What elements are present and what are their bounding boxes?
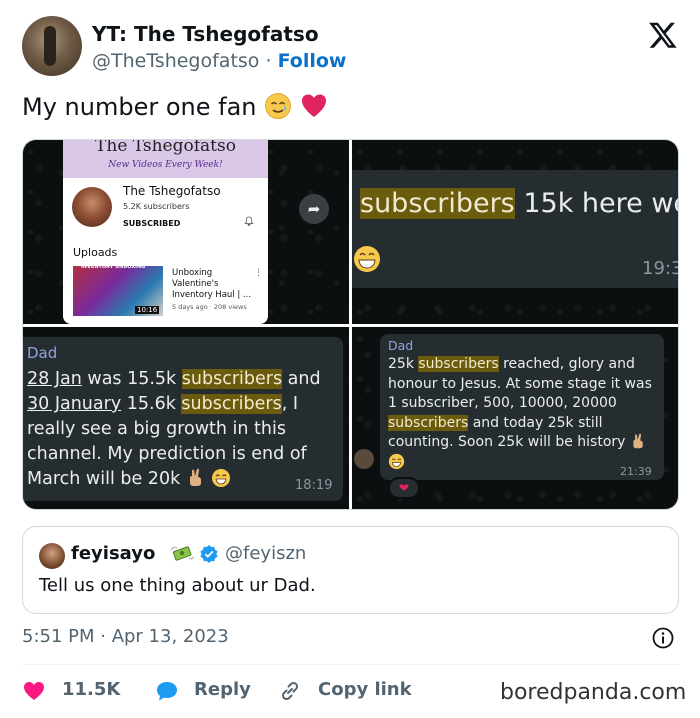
forward-icon: ➦ bbox=[299, 194, 329, 224]
grinning-face-icon bbox=[354, 246, 380, 272]
reply-label: Reply bbox=[194, 679, 251, 700]
sender-name: Dad bbox=[388, 338, 414, 353]
message-segment: 15.6k bbox=[121, 394, 182, 414]
reply-bubble-icon bbox=[157, 682, 177, 701]
tweet-header: YT: The Tshegofatso @TheTshegofatso · Fo… bbox=[22, 16, 682, 78]
message-segment: and bbox=[282, 369, 321, 389]
more-options-icon: ⋮ bbox=[254, 268, 263, 278]
subscriber-count: 5.2K subscribers bbox=[123, 202, 190, 211]
quoted-author-avatar[interactable] bbox=[39, 543, 65, 569]
author-handle-row: @TheTshegofatso · Follow bbox=[92, 50, 346, 72]
watermark: boredpanda.com bbox=[500, 680, 687, 705]
quoted-author-handle[interactable]: @feyiszn bbox=[225, 543, 306, 564]
link-icon bbox=[281, 681, 299, 701]
screenshot-youtube-channel[interactable]: The Tshegofatso New Videos Every Week! T… bbox=[23, 140, 349, 324]
handle-separator: · bbox=[265, 50, 272, 72]
follow-button[interactable]: Follow bbox=[278, 50, 347, 72]
author-handle[interactable]: @TheTshegofatso bbox=[92, 50, 259, 72]
date-link: 30 January bbox=[27, 394, 122, 414]
screenshot-chat-message-2[interactable]: Dad 25k subscribers reached, glory and h… bbox=[352, 327, 678, 509]
youtube-channel-card: The Tshegofatso New Videos Every Week! T… bbox=[63, 140, 268, 324]
video-duration: 10:16 bbox=[135, 306, 160, 314]
message-time: 18:19 bbox=[295, 478, 333, 493]
money-with-wings-icon bbox=[170, 546, 195, 561]
fingers-crossed-icon bbox=[189, 468, 201, 486]
message-text: 28 Jan was 15.5k subscribers and 30 Janu… bbox=[27, 367, 343, 492]
sender-avatar bbox=[354, 449, 374, 469]
media-grid[interactable]: The Tshegofatso New Videos Every Week! T… bbox=[22, 139, 679, 510]
author-name[interactable]: YT: The Tshegofatso bbox=[92, 22, 319, 46]
quoted-author-name[interactable]: feyisayo bbox=[71, 543, 155, 564]
channel-avatar bbox=[72, 187, 112, 227]
sender-name: Dad bbox=[27, 344, 58, 362]
thumbnail-label: INVENTORY UNBOXING bbox=[81, 264, 146, 270]
highlight-subscribers: subscribers bbox=[181, 369, 283, 389]
verified-badge-icon bbox=[200, 545, 218, 563]
message-time: 19:3 bbox=[642, 258, 679, 279]
highlight-subscribers: subscribers bbox=[181, 394, 282, 414]
author-avatar[interactable] bbox=[22, 16, 82, 76]
banner-title: The Tshegofatso bbox=[95, 140, 236, 156]
quoted-tweet[interactable]: feyisayo @feyiszn Tell us one thing abou… bbox=[22, 526, 679, 614]
message-time: 21:39 bbox=[620, 465, 652, 478]
tweet-text: My number one fan bbox=[22, 92, 328, 121]
subscribed-button: SUBSCRIBED bbox=[123, 219, 181, 228]
video-title: Unboxing Valentine's Inventory Haul | ..… bbox=[172, 268, 252, 300]
highlight-subscribers: subscribers bbox=[388, 414, 469, 431]
grinning-face-icon bbox=[388, 453, 405, 470]
smiling-tear-face-icon bbox=[265, 93, 292, 119]
uploads-heading: Uploads bbox=[73, 246, 118, 259]
copy-link-button[interactable]: Copy link bbox=[278, 676, 438, 706]
heart-reaction-icon: ❤ bbox=[388, 477, 420, 499]
red-heart-icon bbox=[301, 94, 326, 117]
like-count: 11.5K bbox=[62, 679, 121, 700]
x-logo-icon[interactable] bbox=[648, 20, 678, 50]
heart-icon bbox=[24, 682, 44, 700]
tweet-timestamp[interactable]: 5:51 PM · Apr 13, 2023 bbox=[22, 626, 229, 647]
fingers-crossed-icon bbox=[633, 433, 643, 449]
banner-subtitle: New Videos Every Week! bbox=[108, 160, 223, 170]
channel-name: The Tshegofatso bbox=[123, 184, 221, 198]
grinning-face-icon bbox=[212, 469, 231, 487]
message-segment: was 15.5k bbox=[81, 369, 182, 389]
bell-icon bbox=[244, 216, 254, 226]
copy-link-label: Copy link bbox=[318, 679, 412, 700]
screenshot-chat-zoomed[interactable]: subscribers 15k here we 19:3 bbox=[352, 140, 679, 324]
zoomed-rest-text: 15k here we bbox=[514, 188, 679, 219]
message-segment: 25k bbox=[388, 356, 419, 372]
tweet-body: My number one fan bbox=[22, 93, 257, 121]
channel-banner: The Tshegofatso New Videos Every Week! bbox=[63, 140, 268, 178]
video-meta: 5 days ago · 208 views bbox=[172, 303, 247, 311]
like-button[interactable]: 11.5K bbox=[22, 676, 132, 706]
divider bbox=[22, 664, 679, 665]
date-link: 28 Jan bbox=[27, 369, 82, 389]
info-icon[interactable] bbox=[651, 626, 675, 650]
highlight-subscribers: subscribers bbox=[418, 356, 499, 372]
screenshot-chat-message-1[interactable]: Dad 28 Jan was 15.5k subscribers and 30 … bbox=[23, 327, 349, 509]
reply-button[interactable]: Reply bbox=[154, 676, 264, 706]
zoomed-message-text: subscribers 15k here we bbox=[360, 188, 679, 219]
highlight-subscribers: subscribers bbox=[360, 188, 515, 219]
quoted-tweet-text: Tell us one thing about ur Dad. bbox=[39, 575, 316, 596]
message-text: 25k subscribers reached, glory and honou… bbox=[388, 355, 656, 473]
